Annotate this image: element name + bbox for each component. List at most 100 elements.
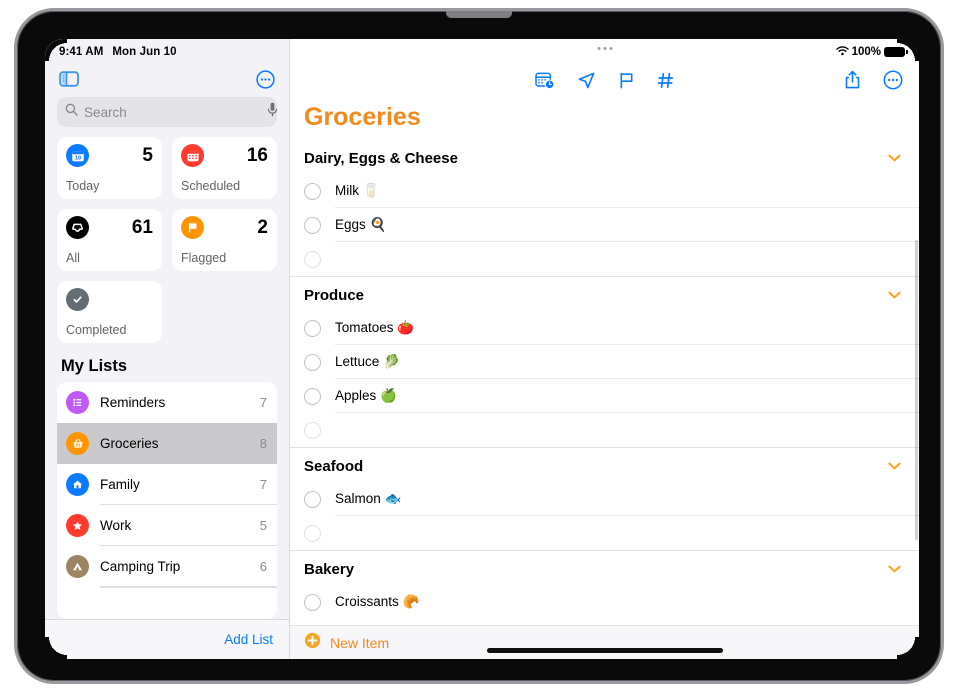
smart-card-count: 16 xyxy=(246,144,268,166)
chevron-down-icon[interactable] xyxy=(888,149,901,167)
add-list-button[interactable]: Add List xyxy=(224,632,273,647)
list-item[interactable]: Tomatoes 🍅 xyxy=(290,311,919,345)
smart-card-today[interactable]: 10 5 Today xyxy=(57,137,162,199)
smart-card-label: Flagged xyxy=(181,251,227,265)
search-field[interactable] xyxy=(57,97,278,127)
location-icon[interactable] xyxy=(577,71,596,90)
list-item[interactable]: Milk 🥛 xyxy=(290,174,919,208)
my-lists-card: Reminders 7 Groceries 8 Family 7 Work 5 … xyxy=(57,382,277,619)
smart-card-label: Completed xyxy=(66,323,127,337)
sidebar-item-family[interactable]: Family 7 xyxy=(57,464,277,505)
item-label: Apples 🍏 xyxy=(335,388,397,403)
schedule-icon[interactable] xyxy=(534,71,555,90)
checkbox-circle-icon[interactable] xyxy=(304,250,321,268)
device-frame: 9:41 AM Mon Jun 10 Search 10 5 Today 16 … xyxy=(14,8,944,684)
list-item[interactable]: Croissants 🥐 xyxy=(290,585,919,619)
checkbox-circle-icon[interactable] xyxy=(304,182,321,200)
toolbar-right-group xyxy=(844,70,903,90)
smart-card-completed[interactable]: Completed xyxy=(57,281,162,343)
list-item-empty[interactable] xyxy=(290,516,919,550)
plus-circle-icon[interactable] xyxy=(304,632,321,654)
list-bullet-icon xyxy=(66,391,89,414)
sidebar-toggle-icon[interactable] xyxy=(59,71,79,87)
sidebar-item-count: 5 xyxy=(259,518,267,533)
flag-icon[interactable] xyxy=(618,71,635,90)
checkbox-circle-icon[interactable] xyxy=(304,216,321,234)
main-toolbar xyxy=(290,61,919,99)
sidebar-item-partial[interactable] xyxy=(57,587,277,619)
smart-card-scheduled[interactable]: 16 Scheduled xyxy=(172,137,277,199)
calendar-icon xyxy=(181,144,204,167)
tag-icon[interactable] xyxy=(657,71,675,90)
smart-card-label: Today xyxy=(66,179,100,193)
svg-text:10: 10 xyxy=(75,155,81,161)
screen-corner xyxy=(897,637,919,659)
share-icon[interactable] xyxy=(844,70,861,90)
section-title: Bakery xyxy=(304,560,355,578)
sidebar-item-label: Family xyxy=(100,477,140,492)
smart-card-count: 5 xyxy=(142,144,153,166)
more-icon[interactable] xyxy=(883,70,903,90)
wifi-icon xyxy=(835,45,849,59)
sidebar-item-count: 8 xyxy=(259,436,267,451)
chevron-down-icon[interactable] xyxy=(888,457,901,475)
sidebar-item-work[interactable]: Work 5 xyxy=(57,505,277,546)
checkbox-circle-icon[interactable] xyxy=(304,387,321,405)
list-item-empty[interactable] xyxy=(290,242,919,276)
main-status-bar: 100% xyxy=(290,39,919,61)
list-item[interactable]: Lettuce 🥬 xyxy=(290,345,919,379)
section-header-produce[interactable]: Produce xyxy=(290,277,919,311)
status-date: Mon Jun 10 xyxy=(112,46,177,58)
smart-card-label: All xyxy=(66,251,80,265)
add-list-bar: Add List xyxy=(45,619,289,659)
sidebar-item-count: 7 xyxy=(259,395,267,410)
microphone-icon[interactable] xyxy=(267,102,278,122)
sidebar-item-groceries[interactable]: Groceries 8 xyxy=(57,423,277,464)
more-circle-icon[interactable] xyxy=(256,69,275,89)
status-bar: 9:41 AM Mon Jun 10 xyxy=(45,39,289,61)
house-icon xyxy=(66,473,89,496)
chevron-down-icon[interactable] xyxy=(888,286,901,304)
checkmark-icon xyxy=(66,288,89,311)
list-item[interactable]: Apples 🍏 xyxy=(290,379,919,413)
smart-card-all[interactable]: 61 All xyxy=(57,209,162,271)
sidebar-item-reminders[interactable]: Reminders 7 xyxy=(57,382,277,423)
section-header-bakery[interactable]: Bakery xyxy=(290,551,919,585)
new-item-bar[interactable]: New Item xyxy=(290,625,919,659)
checkbox-circle-icon[interactable] xyxy=(304,319,321,337)
smart-card-flagged[interactable]: 2 Flagged xyxy=(172,209,277,271)
item-label: Lettuce 🥬 xyxy=(335,354,400,369)
basket-icon xyxy=(66,432,89,455)
checkbox-circle-icon[interactable] xyxy=(304,353,321,371)
screen: 9:41 AM Mon Jun 10 Search 10 5 Today 16 … xyxy=(45,39,919,659)
chevron-down-icon[interactable] xyxy=(888,560,901,578)
section-header-seafood[interactable]: Seafood xyxy=(290,448,919,482)
item-label: Salmon 🐟 xyxy=(335,491,402,506)
smart-card-count: 61 xyxy=(131,216,153,238)
sidebar-item-label: Reminders xyxy=(100,395,166,410)
list-item-empty[interactable] xyxy=(290,413,919,447)
vertical-scrollbar[interactable] xyxy=(915,240,918,540)
search-input[interactable] xyxy=(84,104,261,120)
item-label: Eggs 🍳 xyxy=(335,217,387,232)
checkbox-circle-icon[interactable] xyxy=(304,524,321,542)
items-scroll-area[interactable]: Dairy, Eggs & Cheese Milk 🥛 Eggs 🍳 Produ… xyxy=(290,140,919,625)
sidebar: 9:41 AM Mon Jun 10 Search 10 5 Today 16 … xyxy=(45,39,290,659)
checkbox-circle-icon[interactable] xyxy=(304,421,321,439)
list-item[interactable]: Eggs 🍳 xyxy=(290,208,919,242)
checkbox-circle-icon[interactable] xyxy=(304,593,321,611)
list-item[interactable]: Salmon 🐟 xyxy=(290,482,919,516)
row-separator xyxy=(100,587,277,588)
tent-icon xyxy=(66,555,89,578)
sidebar-toolbar xyxy=(45,61,289,97)
sidebar-item-camping-trip[interactable]: Camping Trip 6 xyxy=(57,546,277,587)
sidebar-item-count: 6 xyxy=(259,559,267,574)
camera-nub xyxy=(446,11,512,18)
search-container xyxy=(45,97,289,137)
section-header-dairy-eggs-cheese[interactable]: Dairy, Eggs & Cheese xyxy=(290,140,919,174)
calendar-day-icon: 10 xyxy=(66,144,89,167)
sidebar-item-label: Camping Trip xyxy=(100,559,181,574)
screen-corner xyxy=(45,637,67,659)
checkbox-circle-icon[interactable] xyxy=(304,490,321,508)
window-handle-icon[interactable] xyxy=(597,47,612,50)
